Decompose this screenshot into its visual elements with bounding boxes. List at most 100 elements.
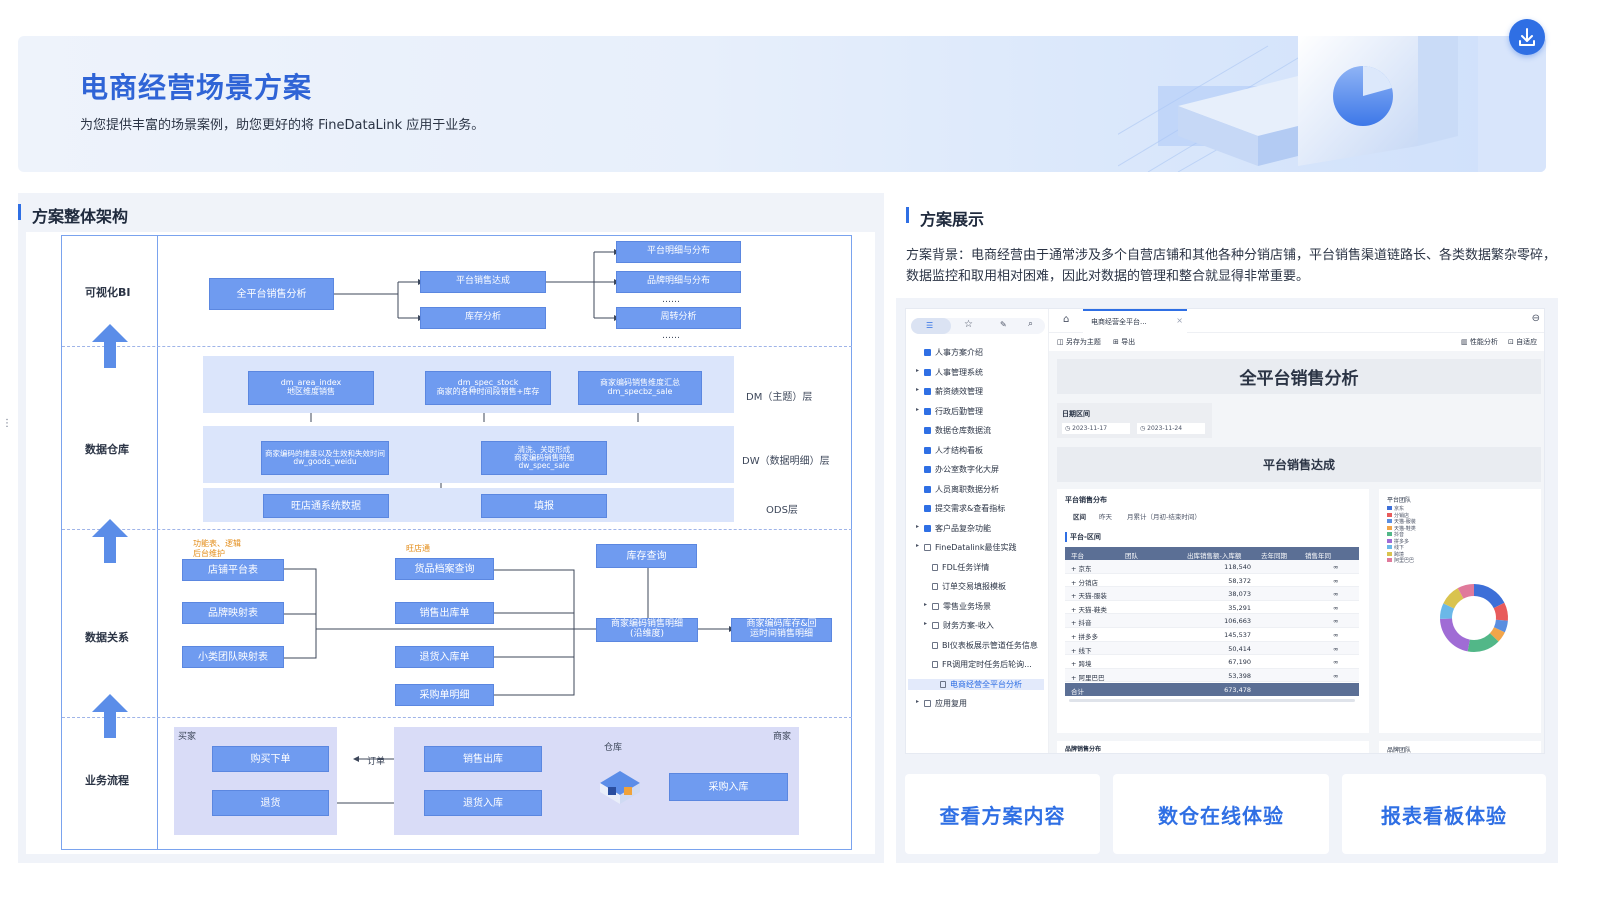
- table-row: + 阿里巴巴 53,398 ∞: [1065, 668, 1359, 683]
- tree-item[interactable]: 数据仓库数据流: [924, 425, 991, 436]
- dashboard-icon: [924, 368, 931, 376]
- tree-item[interactable]: ▸ 应用复用: [916, 698, 967, 709]
- caret-icon[interactable]: ▸: [916, 523, 919, 530]
- relation-source-node: 采购单明细: [395, 684, 494, 706]
- tree-item[interactable]: 订单交易填报模板: [932, 581, 1006, 592]
- dashboard-icon: [924, 407, 931, 415]
- tab-month[interactable]: 月累计（月初-结束时间）: [1127, 511, 1201, 521]
- tree-item-label: BI仪表板展示管道任务信息: [942, 640, 1038, 650]
- horizontal-scrollbar[interactable]: [1069, 699, 1355, 702]
- table-row: + 天猫-服装 38,073 ∞: [1065, 587, 1359, 601]
- date-from-input[interactable]: ◷ 2023-11-17: [1062, 423, 1130, 434]
- tree-item-label: 人员离职数据分析: [935, 484, 999, 494]
- tree-item-label: 应用复用: [935, 699, 967, 708]
- caret-icon[interactable]: ▸: [916, 542, 919, 549]
- folder-icon: [932, 602, 939, 610]
- date-to-input[interactable]: ◷ 2023-11-24: [1137, 423, 1205, 434]
- caret-icon[interactable]: ▸: [916, 367, 919, 374]
- tree-item[interactable]: ▸ 薪资绩效管理: [916, 386, 983, 397]
- seller-label: 商家: [773, 732, 792, 742]
- star-icon[interactable]: ☆: [964, 319, 973, 330]
- ods-node: 旺店通系统数据: [263, 494, 389, 518]
- close-icon[interactable]: ×: [1176, 316, 1183, 325]
- inventory-query-node: 库存查询: [596, 544, 697, 568]
- infinity-icon: ∞: [1333, 658, 1339, 667]
- report-demo-button[interactable]: 报表看板体验: [1342, 774, 1546, 854]
- tree-item[interactable]: ▸ FineDatalink最佳实践: [916, 542, 1017, 553]
- tree-item-label: 财务方案-收入: [943, 621, 994, 630]
- infinity-icon: ∞: [1333, 644, 1339, 653]
- tree-item[interactable]: 人事方案介绍: [924, 347, 983, 358]
- table-header: 平台 团队 出库销售额-入库额 去年同期 销售年同: [1065, 547, 1359, 560]
- tree-item-label: 人事管理系统: [935, 367, 983, 377]
- ods-layer-label: ODS层: [766, 505, 798, 516]
- tree-item[interactable]: FDL任务详情: [932, 562, 989, 573]
- more-icon[interactable]: ⊖: [1532, 313, 1540, 324]
- sales-distribution-panel: 平台销售分布 区间 昨天 月累计（月初-结束时间） 平台-区间 平台 团队 出库…: [1057, 489, 1369, 733]
- table-row: + 天猫-鞋类 35,291 ∞: [1065, 600, 1359, 615]
- table-total-row: 合计 673,478: [1065, 683, 1359, 696]
- tab-period[interactable]: 区间: [1073, 511, 1086, 521]
- download-button[interactable]: [1509, 19, 1545, 55]
- infinity-icon: ∞: [1333, 671, 1339, 680]
- caret-icon[interactable]: ▸: [916, 698, 919, 705]
- tree-item[interactable]: 人才结构看板: [924, 445, 983, 456]
- tree-item[interactable]: ▸ 客户品复杂功能: [916, 523, 991, 534]
- drag-handle-icon[interactable]: ⋮: [2, 418, 12, 429]
- tree-item-label: 办公室数字化大屏: [935, 465, 999, 474]
- preview-tabbar: ⌂ 电商经营全平台... × ⊖: [1049, 309, 1544, 333]
- panel-title: 平台销售分布: [1065, 496, 1107, 504]
- performance-button[interactable]: ▥ 性能分析: [1461, 337, 1498, 347]
- legend-item: 阿里巴巴: [1387, 557, 1416, 564]
- tab-label: 电商经营全平台...: [1091, 318, 1147, 326]
- warehouse-icon: [600, 771, 640, 804]
- warehouse-demo-button[interactable]: 数仓在线体验: [1113, 774, 1329, 854]
- tree-item[interactable]: ▸ 人事管理系统: [916, 367, 983, 378]
- search-icon[interactable]: ⌕: [1028, 319, 1033, 329]
- chart-icon: ▥: [1461, 338, 1470, 346]
- bi-mid-node: 平台销售达成: [420, 271, 546, 293]
- dashboard-icon: [924, 524, 931, 532]
- sales-table: 平台 团队 出库销售额-入库额 去年同期 销售年同 + 京东 118,540 ∞ + …: [1065, 547, 1359, 729]
- tree-item-label: FineDatalink最佳实践: [935, 543, 1017, 552]
- tree-item[interactable]: 人员离职数据分析: [924, 484, 999, 495]
- table-row: + 京东 118,540 ∞: [1065, 560, 1359, 574]
- tree-item[interactable]: 电商经营全平台分析: [908, 678, 1044, 690]
- folder-icon: [924, 544, 931, 551]
- ods-node: 填报: [481, 494, 607, 518]
- dm-node: dm_spec_stock 商家的各种时间段销售+库存: [425, 371, 551, 405]
- tree-item-label: 人才结构看板: [935, 445, 983, 455]
- flow-node: 销售出库: [424, 746, 542, 772]
- architecture-diagram: 可视化BI 数据仓库 数据关系 业务流程 全平台销售分析 平台销售达成 库存分析…: [26, 232, 875, 854]
- tree-item-label: FR调用定时任务后轮询...: [942, 660, 1032, 669]
- infinity-icon: ∞: [1333, 617, 1339, 626]
- section-marker: [18, 204, 21, 220]
- dashboard-icon: [924, 427, 931, 434]
- caret-icon[interactable]: ▸: [924, 601, 927, 608]
- export-button[interactable]: ⊞ 导出: [1113, 337, 1135, 347]
- tree-item[interactable]: FR调用定时任务后轮询...: [932, 659, 1032, 670]
- view-solution-button[interactable]: 查看方案内容: [905, 774, 1100, 854]
- edit-icon[interactable]: ✎: [1000, 320, 1007, 329]
- save-theme-button[interactable]: ◫ 另存为主题: [1057, 337, 1101, 347]
- caret-icon[interactable]: ▸: [924, 620, 927, 627]
- tree-item[interactable]: ▸ 零售业务场景: [924, 601, 991, 612]
- save-icon: ◫: [1057, 338, 1066, 346]
- hero-illustration: [1118, 36, 1546, 172]
- tab-yesterday[interactable]: 昨天: [1099, 511, 1112, 521]
- relation-table-node: 小类团队映射表: [182, 646, 284, 668]
- adaptive-button[interactable]: ⊡ 自适应: [1508, 337, 1537, 347]
- tree-item[interactable]: 办公室数字化大屏: [924, 464, 999, 475]
- tree-item[interactable]: BI仪表板展示管道任务信息: [932, 640, 1038, 651]
- tree-item[interactable]: ▸ 财务方案-收入: [924, 620, 994, 631]
- caret-icon[interactable]: ▸: [916, 386, 919, 393]
- dw-layer-label: DW（数据明细）层: [742, 456, 830, 467]
- dashboard-icon: [924, 446, 931, 454]
- flow-node: 退货: [212, 790, 329, 816]
- tree-tab-list[interactable]: ☰: [911, 318, 951, 334]
- tree-item[interactable]: 提交需求&查看指标: [924, 503, 1005, 514]
- preview-tab[interactable]: 电商经营全平台... ×: [1083, 309, 1187, 333]
- caret-icon[interactable]: ▸: [916, 406, 919, 413]
- home-icon[interactable]: ⌂: [1063, 314, 1069, 325]
- tree-item[interactable]: ▸ 行政后勤管理: [916, 406, 983, 417]
